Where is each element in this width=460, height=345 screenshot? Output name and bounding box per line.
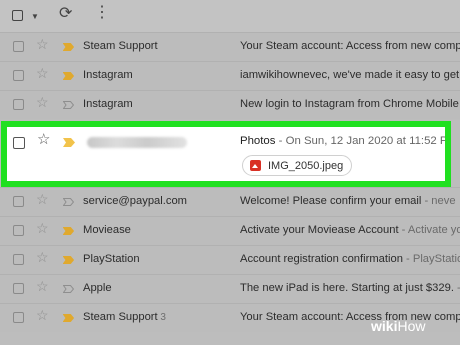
email-snippet: - neve [421, 195, 456, 207]
email-snippet: - Activate your [401, 224, 460, 236]
important-marker-icon[interactable] [63, 72, 74, 80]
star-icon[interactable]: ☆ [36, 192, 49, 206]
email-row[interactable]: ☆ Steam Support Your Steam account: Access… [0, 32, 460, 61]
attachment-chip[interactable]: IMG_2050.jpeg [242, 155, 353, 176]
row-checkbox[interactable] [13, 283, 24, 294]
important-marker-icon[interactable] [63, 227, 74, 235]
email-row[interactable]: ☆ Moviease Activate your Moviease Account … [0, 216, 460, 245]
email-snippet: - PlayStation [406, 253, 460, 265]
refresh-icon[interactable]: ⟳ [59, 6, 72, 22]
sender-name: Instagram [83, 98, 133, 110]
watermark-how: How [397, 318, 426, 334]
important-marker-icon[interactable] [63, 285, 74, 293]
sender-name: service@paypal.com [83, 195, 188, 207]
subject-text: Welcome! Please confirm your email [240, 195, 422, 207]
important-marker-icon[interactable] [63, 256, 74, 264]
star-icon[interactable]: ☆ [36, 308, 49, 322]
row-checkbox[interactable] [13, 41, 24, 52]
row-checkbox[interactable] [13, 70, 24, 81]
email-row[interactable]: ☆ PlayStation Account registration confirm… [0, 245, 460, 274]
image-file-icon [250, 160, 261, 171]
row-checkbox[interactable] [13, 137, 25, 149]
star-icon[interactable]: ☆ [36, 279, 49, 293]
email-snippet: - On Sun, 12 Jan 2020 at 11:52 PM [275, 135, 445, 147]
email-row[interactable]: ☆ Apple The new iPad is here. Starting at … [0, 274, 460, 303]
star-icon[interactable]: ☆ [36, 221, 49, 235]
row-checkbox[interactable] [13, 196, 24, 207]
email-subject: Your Steam account: Access from new comp… [240, 40, 460, 52]
attachment-name: IMG_2050.jpeg [268, 159, 344, 172]
email-sender: service@paypal.com [83, 195, 187, 207]
wikihow-watermark: wikiHow [371, 318, 425, 334]
toolbar: ▼ ⟳ ⋮ [0, 0, 460, 32]
row-checkbox[interactable] [13, 254, 24, 265]
sender-name: Steam Support [83, 40, 158, 52]
email-subject: Welcome! Please confirm your email - nev… [240, 195, 460, 207]
row-checkbox[interactable] [13, 312, 24, 323]
email-subject: Your Steam account: Access from new comp… [240, 311, 460, 323]
important-marker-icon[interactable] [63, 314, 74, 322]
blurred-sender [87, 137, 187, 148]
email-row[interactable]: ☆ Instagram iamwikihownevec, we've made it… [0, 61, 460, 90]
subject-text: Activate your Moviease Account [240, 224, 399, 236]
email-sender: Apple [83, 282, 112, 294]
important-marker-icon[interactable] [63, 101, 74, 109]
email-subject: Account registration confirmation - Play… [240, 253, 460, 265]
email-sender: Steam Support [83, 40, 158, 52]
star-icon[interactable]: ☆ [36, 95, 49, 109]
star-icon[interactable]: ☆ [36, 66, 49, 80]
thread-count: 3 [157, 312, 166, 323]
caret-down-icon[interactable]: ▼ [31, 12, 39, 21]
star-icon[interactable]: ☆ [36, 37, 49, 51]
email-sender: Moviease [83, 224, 131, 236]
email-sender: Instagram [83, 98, 133, 110]
email-subject: Activate your Moviease Account - Activat… [240, 224, 460, 236]
sender-name: Steam Support [83, 311, 158, 323]
more-vert-icon[interactable]: ⋮ [94, 5, 110, 21]
row-checkbox[interactable] [13, 99, 24, 110]
highlighted-email-row[interactable]: ☆ Photos - On Sun, 12 Jan 2020 at 11:52 … [1, 121, 451, 187]
sender-name: PlayStation [83, 253, 140, 265]
email-sender: PlayStation [83, 253, 140, 265]
important-marker-icon[interactable] [63, 198, 74, 206]
email-snippet: - [454, 282, 460, 294]
subject-text: The new iPad is here. Starting at just $… [240, 282, 454, 294]
subject-text: Your Steam account: Access from new comp… [240, 40, 460, 52]
email-subject: The new iPad is here. Starting at just $… [240, 282, 460, 294]
email-sender: Steam Support 3 [83, 311, 166, 323]
star-icon[interactable]: ☆ [37, 132, 50, 147]
sender-name: Moviease [83, 224, 131, 236]
subject-text: iamwikihownevec, we've made it easy to g… [240, 69, 460, 81]
email-subject: iamwikihownevec, we've made it easy to g… [240, 69, 460, 81]
important-marker-icon[interactable] [63, 138, 75, 147]
email-subject: New login to Instagram from Chrome Mobil… [240, 98, 460, 110]
subject-text: Your Steam account: Access from new comp… [240, 311, 460, 323]
row-checkbox[interactable] [13, 225, 24, 236]
email-sender: Instagram [83, 69, 133, 81]
sender-name: Instagram [83, 69, 133, 81]
sender-name: Apple [83, 282, 112, 294]
subject-text: Photos [240, 135, 276, 147]
select-all-checkbox[interactable] [12, 10, 23, 21]
watermark-wiki: wiki [371, 318, 398, 334]
star-icon[interactable]: ☆ [36, 250, 49, 264]
subject-text: Account registration confirmation [240, 253, 403, 265]
email-subject: Photos - On Sun, 12 Jan 2020 at 11:52 PM [240, 135, 445, 147]
email-row[interactable]: ☆ service@paypal.com Welcome! Please confi… [0, 187, 460, 216]
subject-text: New login to Instagram from Chrome Mobil… [240, 98, 459, 110]
email-row[interactable]: ☆ Instagram New login to Instagram from Ch… [0, 90, 460, 119]
email-row-content[interactable]: ☆ Photos - On Sun, 12 Jan 2020 at 11:52 … [7, 127, 445, 181]
important-marker-icon[interactable] [63, 43, 74, 51]
